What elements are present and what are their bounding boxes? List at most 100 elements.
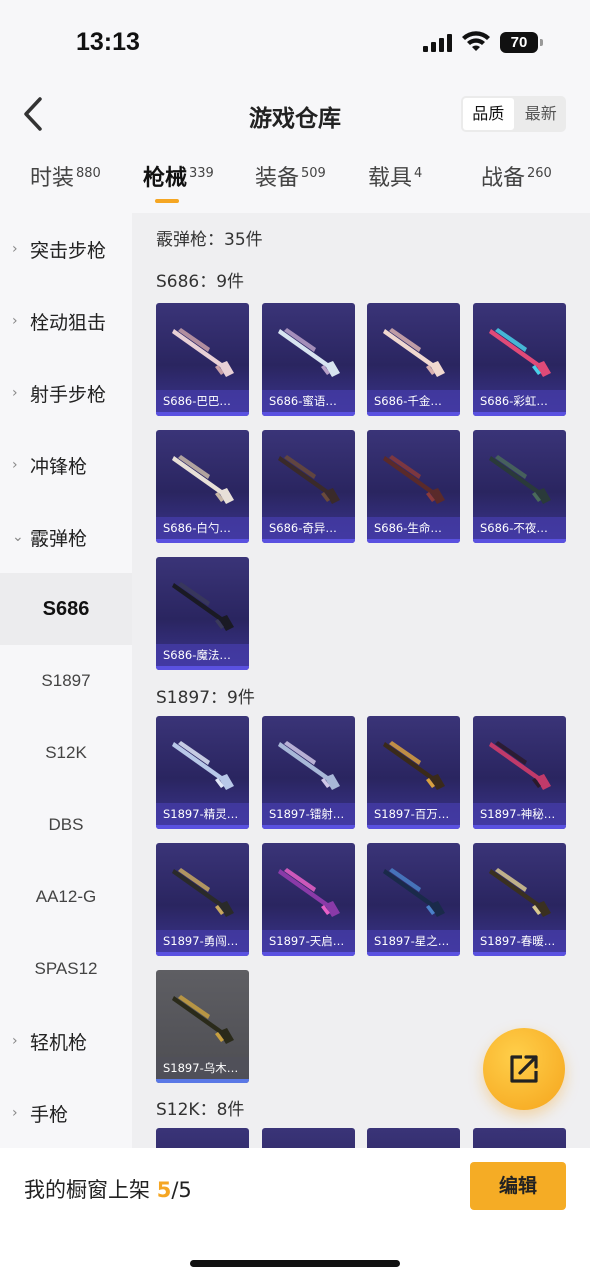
weapon-card[interactable]: S1897-镭射… [262, 716, 355, 829]
shotgun-icon [172, 455, 234, 504]
shotgun-icon [172, 582, 234, 631]
external-link-icon [510, 1055, 538, 1083]
weapon-name: S1897-乌木… [156, 1057, 249, 1079]
weapon-name: S686-蜜语… [262, 390, 355, 412]
sidebar-item-assault-rifles[interactable]: › 突击步枪 [0, 213, 132, 285]
shotgun-icon [489, 455, 551, 504]
shotgun-icon [383, 868, 445, 917]
sort-quality-option[interactable]: 品质 [463, 98, 514, 130]
weapon-card[interactable]: S1897-百万… [367, 716, 460, 829]
weapon-name: S686-白勺… [156, 517, 249, 539]
weapon-card[interactable]: S1897-神秘… [473, 716, 566, 829]
sidebar-item-lmg[interactable]: › 轻机枪 [0, 1005, 132, 1077]
tab-equipment[interactable]: 装备 509 [255, 160, 326, 192]
weapon-card[interactable] [367, 1128, 460, 1148]
active-tab-indicator [155, 199, 179, 203]
weapon-card[interactable] [262, 1128, 355, 1148]
quality-bar [262, 825, 355, 829]
weapon-name: S686-不夜… [473, 517, 566, 539]
status-time: 13:13 [76, 28, 140, 56]
group-label-s1897: S1897：9件 [156, 688, 255, 708]
weapon-name: S1897-百万… [367, 803, 460, 825]
sidebar-subitem-s12k[interactable]: S12K [0, 717, 132, 789]
sidebar-item-pistols[interactable]: › 手枪 [0, 1077, 132, 1149]
quality-bar [156, 1079, 249, 1083]
chevron-right-icon: › [12, 457, 18, 473]
weapon-card[interactable]: S686-魔法… [156, 557, 249, 670]
sidebar-subitem-aa12g[interactable]: AA12-G [0, 861, 132, 933]
quality-bar [156, 666, 249, 670]
weapon-card[interactable]: S686-千金… [367, 303, 460, 416]
weapon-card[interactable]: S1897-天启… [262, 843, 355, 956]
weapon-name: S1897-勇闯… [156, 930, 249, 952]
weapon-name: S686-奇异… [262, 517, 355, 539]
weapon-card[interactable]: S1897-星之… [367, 843, 460, 956]
quality-bar [473, 825, 566, 829]
quality-bar [367, 825, 460, 829]
weapon-name: S686-千金… [367, 390, 460, 412]
shotgun-icon [489, 741, 551, 790]
shotgun-icon [278, 741, 340, 790]
shotgun-icon [489, 328, 551, 377]
tab-vehicles[interactable]: 载具 4 [368, 160, 422, 192]
weapon-name: S1897-春暖… [473, 930, 566, 952]
chevron-right-icon: › [12, 313, 18, 329]
shotgun-icon [383, 741, 445, 790]
sidebar-item-bolt-snipers[interactable]: › 栓动狙击 [0, 285, 132, 357]
sidebar-item-shotguns[interactable]: ⌄ 霰弹枪 [0, 501, 132, 573]
sidebar-subitem-dbs[interactable]: DBS [0, 789, 132, 861]
group-label-s686: S686：9件 [156, 272, 245, 292]
category-total: 霰弹枪：35件 [156, 230, 263, 250]
weapon-card[interactable]: S686-巴巴… [156, 303, 249, 416]
chevron-right-icon: › [12, 241, 18, 257]
sidebar-subitem-s1897[interactable]: S1897 [0, 645, 132, 717]
weapon-card[interactable]: S1897-勇闯… [156, 843, 249, 956]
quality-bar [156, 539, 249, 543]
category-tabs: 时装 880 枪械 339 装备 509 载具 4 战备 260 [0, 160, 590, 210]
chevron-right-icon: › [12, 1105, 18, 1121]
weapon-name: S686-生命… [367, 517, 460, 539]
weapon-card[interactable]: S686-不夜… [473, 430, 566, 543]
weapon-grid: 霰弹枪：35件 S686：9件 S1897：9件 S12K：8件 S686-巴巴… [132, 213, 590, 1148]
group-label-s12k: S12K：8件 [156, 1100, 245, 1120]
weapon-card[interactable]: S686-奇异… [262, 430, 355, 543]
tab-weapons[interactable]: 枪械 339 [143, 160, 214, 192]
bottom-bar: 我的橱窗上架 5/5 编辑 [0, 1148, 590, 1280]
weapon-card[interactable] [473, 1128, 566, 1148]
weapon-card[interactable] [156, 1128, 249, 1148]
shotgun-icon [278, 455, 340, 504]
weapon-name: S1897-镭射… [262, 803, 355, 825]
weapon-name: S1897-神秘… [473, 803, 566, 825]
sort-toggle[interactable]: 品质 最新 [461, 96, 566, 132]
sidebar-subitem-s686[interactable]: S686 [0, 573, 132, 645]
sidebar-item-dmr[interactable]: › 射手步枪 [0, 357, 132, 429]
tab-supplies[interactable]: 战备 260 [481, 160, 552, 192]
sidebar-subitem-spas12[interactable]: SPAS12 [0, 933, 132, 1005]
weapon-card[interactable]: S686-蜜语… [262, 303, 355, 416]
quality-bar [473, 539, 566, 543]
weapon-card[interactable]: S1897-乌木… [156, 970, 249, 1083]
quality-bar [262, 412, 355, 416]
shotgun-icon [278, 328, 340, 377]
weapon-name: S1897-精灵… [156, 803, 249, 825]
edit-button[interactable]: 编辑 [470, 1162, 566, 1210]
tab-fashion[interactable]: 时装 880 [30, 160, 101, 192]
quality-bar [473, 412, 566, 416]
quality-bar [156, 412, 249, 416]
quality-bar [156, 825, 249, 829]
wifi-icon [462, 31, 490, 51]
home-indicator [190, 1260, 400, 1267]
shotgun-icon [172, 741, 234, 790]
weapon-card[interactable]: S686-白勺… [156, 430, 249, 543]
weapon-card[interactable]: S686-生命… [367, 430, 460, 543]
sidebar-item-smg[interactable]: › 冲锋枪 [0, 429, 132, 501]
share-button[interactable] [483, 1028, 565, 1110]
weapon-name: S686-彩虹… [473, 390, 566, 412]
quality-bar [367, 412, 460, 416]
weapon-card[interactable]: S686-彩虹… [473, 303, 566, 416]
weapon-card[interactable]: S1897-精灵… [156, 716, 249, 829]
shotgun-icon [383, 455, 445, 504]
weapon-card[interactable]: S1897-春暖… [473, 843, 566, 956]
quality-bar [367, 539, 460, 543]
sort-latest-option[interactable]: 最新 [516, 96, 567, 132]
